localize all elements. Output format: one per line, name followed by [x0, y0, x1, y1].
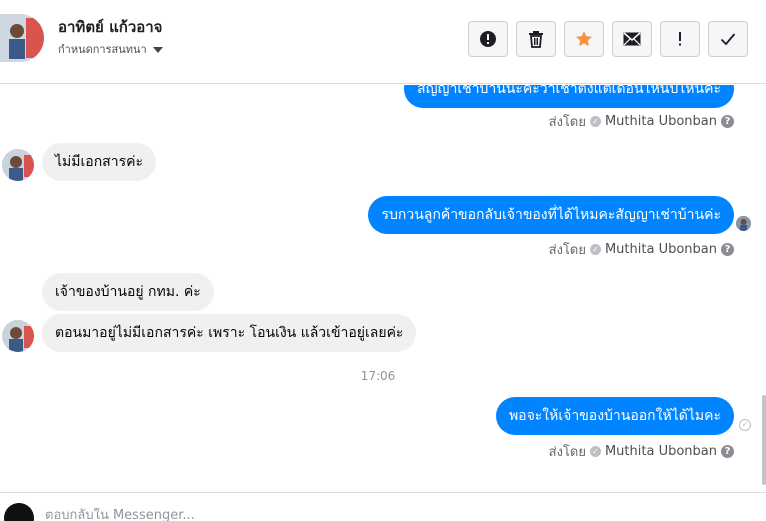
trash-icon [529, 31, 543, 48]
message-thread[interactable]: สัญญาเช่าบ้านนะคะว่าเช่าตั้งแต่เดือนไหนป… [0, 85, 766, 491]
sender-name[interactable]: Muthita Ubonban [605, 444, 717, 459]
conversation-settings-dropdown[interactable]: กำหนดการสนทนา [58, 40, 163, 58]
sender-name[interactable]: Muthita Ubonban [605, 242, 717, 257]
message-text: รบกวนลูกค้าขอกลับเจ้าของที่ได้ไหมคะสัญญา… [381, 207, 721, 223]
message-outgoing[interactable]: สัญญาเช่าบ้านนะคะว่าเช่าตั้งแต่เดือนไหนป… [404, 85, 734, 108]
reply-input[interactable] [45, 508, 545, 521]
message-text: ตอนมาอยู่ไม่มีเอกสารค่ะ เพราะ โอนเงิน แล… [55, 325, 404, 341]
help-icon[interactable]: ? [721, 445, 734, 458]
scrollbar[interactable] [762, 395, 766, 485]
star-button[interactable] [564, 21, 604, 57]
contact-avatar-small[interactable] [2, 320, 34, 352]
message-text: เจ้าของบ้านอยู่ กทม. ค่ะ [55, 284, 201, 300]
message-incoming[interactable]: เจ้าของบ้านอยู่ กทม. ค่ะ [42, 273, 214, 311]
envelope-icon [623, 32, 641, 46]
message-incoming[interactable]: ไม่มีเอกสารค่ะ [42, 143, 156, 181]
mark-unread-button[interactable] [612, 21, 652, 57]
message-outgoing[interactable]: พอจะให้เจ้าของบ้านออกให้ได้ไมคะ [495, 397, 734, 435]
header-actions [468, 21, 748, 57]
star-icon [576, 31, 592, 47]
sent-by-label: ส่งโดย ✓ Muthita Ubonban ? [549, 441, 734, 462]
exclamation-icon [679, 32, 681, 46]
subtitle-label: กำหนดการสนทนา [58, 43, 147, 56]
message-outgoing[interactable]: รบกวนลูกค้าขอกลับเจ้าของที่ได้ไหมคะสัญญา… [368, 196, 734, 234]
verified-check-icon: ✓ [589, 244, 601, 255]
contact-avatar-small[interactable] [2, 149, 34, 181]
mark-spam-button[interactable] [660, 21, 700, 57]
conversation-header: อาทิตย์ แก้วอาจ กำหนดการสนทนา [0, 0, 766, 84]
caret-down-icon [152, 47, 163, 53]
help-icon[interactable]: ? [721, 115, 734, 128]
help-icon[interactable]: ? [721, 243, 734, 256]
contact-avatar[interactable] [0, 14, 44, 62]
sent-by-label: ส่งโดย ✓ Muthita Ubonban ? [549, 111, 734, 132]
verified-check-icon: ✓ [589, 446, 601, 457]
report-button[interactable] [468, 21, 508, 57]
message-incoming[interactable]: ตอนมาอยู่ไม่มีเอกสารค่ะ เพราะ โอนเงิน แล… [42, 314, 417, 352]
sent-status-icon: ✓ [739, 419, 751, 431]
message-text: ไม่มีเอกสารค่ะ [55, 154, 143, 170]
reply-composer [0, 492, 766, 521]
message-text: พอจะให้เจ้าของบ้านออกให้ได้ไมคะ [508, 408, 721, 424]
alert-circle-icon [480, 31, 496, 47]
delete-button[interactable] [516, 21, 556, 57]
verified-check-icon: ✓ [589, 116, 601, 127]
sender-name[interactable]: Muthita Ubonban [605, 114, 717, 129]
page-avatar [4, 503, 34, 521]
message-timestamp: 17:06 [360, 369, 396, 383]
seen-avatar [736, 216, 751, 231]
messenger-conversation: อาทิตย์ แก้วอาจ กำหนดการสนทนา สัญญาเช่าบ… [0, 0, 766, 521]
checkmark-icon [720, 33, 736, 46]
contact-name[interactable]: อาทิตย์ แก้วอาจ [58, 15, 162, 39]
message-text: สัญญาเช่าบ้านนะคะว่าเช่าตั้งแต่เดือนไหนป… [417, 85, 721, 97]
sent-by-label: ส่งโดย ✓ Muthita Ubonban ? [549, 239, 734, 260]
mark-done-button[interactable] [708, 21, 748, 57]
